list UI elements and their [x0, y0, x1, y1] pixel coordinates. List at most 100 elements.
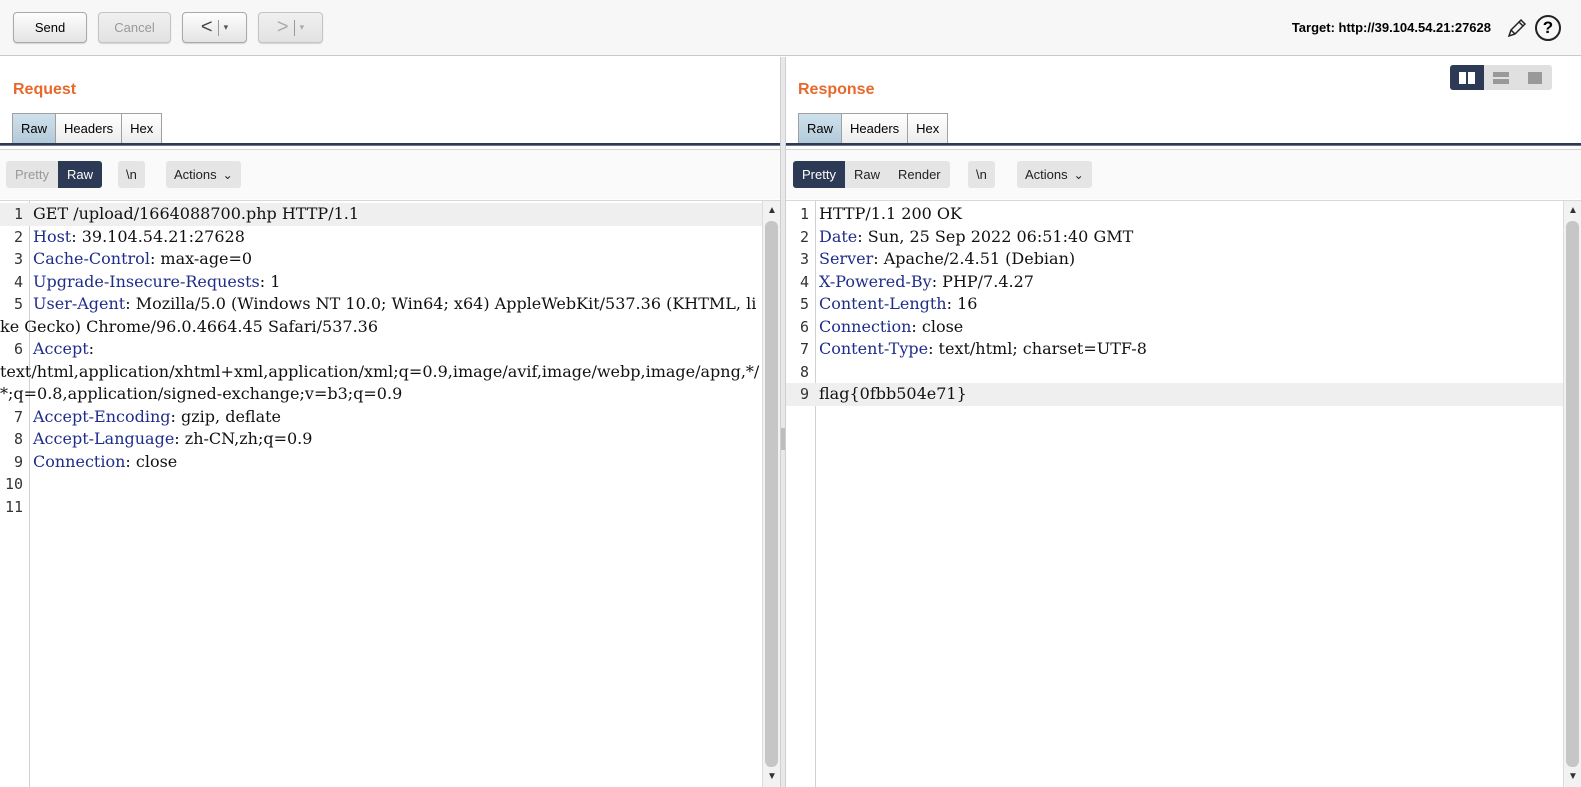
line-text: X-Powered-By: PHP/7.4.27 — [819, 272, 1034, 291]
view-raw[interactable]: Raw — [57, 161, 102, 188]
line-number: 8 — [799, 362, 809, 381]
code-line[interactable]: 9 flag{0fbb504e71} — [786, 383, 1563, 406]
line-number: 3 — [13, 250, 23, 268]
line-text: Server: Apache/2.4.51 (Debian) — [819, 249, 1075, 268]
code-line[interactable]: 8 Accept-Language: zh-CN,zh;q=0.9 — [0, 428, 762, 451]
send-button[interactable]: Send — [13, 12, 87, 43]
header-value: flag{0fbb504e71} — [819, 384, 967, 403]
tab-hex[interactable]: Hex — [907, 113, 949, 143]
tab-underline — [0, 143, 780, 146]
line-number: 6 — [13, 340, 23, 358]
code-line[interactable]: 9 Connection: close — [0, 451, 762, 474]
scroll-down-icon[interactable]: ▼ — [1567, 771, 1579, 783]
newline-toggle[interactable]: \n — [968, 161, 995, 188]
line-number: 4 — [799, 272, 809, 291]
code-line[interactable]: 5 User-Agent: Mozilla/5.0 (Windows NT 10.… — [0, 293, 762, 338]
request-view-bar: Pretty Raw \n Actions ⌄ — [0, 149, 780, 199]
response-view-bar: Pretty Raw Render \n Actions ⌄ — [786, 149, 1581, 199]
code-line[interactable]: 8 — [786, 361, 1563, 384]
scroll-up-icon[interactable]: ▲ — [1567, 205, 1579, 217]
header-name: Cache-Control — [33, 249, 150, 268]
tab-raw[interactable]: Raw — [798, 113, 843, 143]
header-name: Content-Length — [819, 294, 947, 313]
line-text: Upgrade-Insecure-Requests: 1 — [33, 272, 280, 291]
code-line[interactable]: 3 Server: Apache/2.4.51 (Debian) — [786, 248, 1563, 271]
code-line[interactable]: 7 Content-Type: text/html; charset=UTF-8 — [786, 338, 1563, 361]
code-line[interactable]: 5 Content-Length: 16 — [786, 293, 1563, 316]
code-line[interactable]: 2 Date: Sun, 25 Sep 2022 06:51:40 GMT — [786, 226, 1563, 249]
line-number: 10 — [4, 475, 23, 493]
line-text: Content-Type: text/html; charset=UTF-8 — [819, 339, 1147, 358]
code-line[interactable]: 6 Connection: close — [786, 316, 1563, 339]
scroll-up-icon[interactable]: ▲ — [766, 205, 778, 217]
code-line[interactable]: 7 Accept-Encoding: gzip, deflate — [0, 406, 762, 429]
header-name: Host — [33, 226, 72, 246]
divider-grip[interactable] — [781, 428, 785, 450]
header-name: Connection — [33, 451, 126, 471]
scroll-thumb[interactable] — [1566, 221, 1579, 767]
button-separator — [217, 19, 219, 36]
chevron-down-icon: ⌄ — [1073, 167, 1084, 182]
scroll-down-icon[interactable]: ▼ — [766, 771, 778, 783]
target-label[interactable]: Target: http://39.104.54.21:27628 — [1292, 20, 1491, 35]
pencil-icon[interactable] — [1505, 16, 1529, 40]
code-line[interactable]: 2 Host: 39.104.54.21:27628 — [0, 226, 762, 249]
header-value: GET /upload/1664088700.php HTTP/1.1 — [33, 204, 360, 223]
response-code[interactable]: 1 HTTP/1.1 200 OK 2 Date: Sun, 25 Sep 2022 … — [786, 203, 1563, 406]
header-name: Server — [819, 249, 874, 268]
line-text: Accept-Language: zh-CN,zh;q=0.9 — [33, 429, 312, 448]
forward-arrow-icon: > — [276, 16, 289, 38]
code-line[interactable]: 4 X-Powered-By: PHP/7.4.27 — [786, 271, 1563, 294]
line-text: Accept-Encoding: gzip, deflate — [33, 407, 281, 426]
help-icon[interactable]: ? — [1535, 15, 1561, 41]
tab-raw[interactable]: Raw — [12, 113, 57, 143]
line-text: HTTP/1.1 200 OK — [819, 204, 962, 223]
line-number: 5 — [13, 295, 23, 313]
back-button[interactable]: < ▾ — [182, 12, 247, 43]
line-number: 1 — [13, 205, 23, 223]
header-value: : close — [911, 316, 964, 336]
button-separator — [293, 19, 295, 36]
header-name: Accept-Language — [33, 429, 175, 448]
actions-dropdown[interactable]: Actions ⌄ — [166, 161, 241, 188]
cancel-button[interactable]: Cancel — [98, 12, 171, 43]
tab-headers[interactable]: Headers — [55, 113, 123, 143]
request-view-toggle: Pretty Raw — [6, 161, 102, 188]
code-line[interactable]: 4 Upgrade-Insecure-Requests: 1 — [0, 271, 762, 294]
response-view-toggle: Pretty Raw Render — [793, 161, 950, 188]
header-value: : gzip, deflate — [170, 406, 282, 426]
response-scrollbar[interactable]: ▲ ▼ — [1563, 201, 1581, 787]
line-number: 3 — [799, 250, 809, 268]
code-line[interactable]: 11 — [0, 496, 762, 519]
line-number: 2 — [799, 227, 809, 246]
view-pretty[interactable]: Pretty — [793, 161, 845, 188]
view-pretty[interactable]: Pretty — [6, 161, 58, 188]
scroll-thumb[interactable] — [765, 221, 778, 767]
header-value: : Apache/2.4.51 (Debian) — [873, 249, 1076, 268]
response-editor[interactable]: 1 HTTP/1.1 200 OK 2 Date: Sun, 25 Sep 2022 … — [786, 200, 1581, 787]
header-name: Accept — [33, 339, 89, 358]
code-line[interactable]: 1 HTTP/1.1 200 OK — [786, 203, 1563, 226]
request-code[interactable]: 1 GET /upload/1664088700.php HTTP/1.1 2 Hos… — [0, 203, 762, 518]
line-text: Accept: text/html,application/xhtml+xml,… — [0, 339, 759, 403]
response-panel: Response Raw Headers Hex Pretty Raw Rend… — [786, 57, 1581, 787]
view-raw[interactable]: Raw — [845, 161, 889, 188]
view-render[interactable]: Render — [889, 161, 950, 188]
code-line[interactable]: 3 Cache-Control: max-age=0 — [0, 248, 762, 271]
code-line[interactable]: 1 GET /upload/1664088700.php HTTP/1.1 — [0, 203, 762, 226]
newline-toggle[interactable]: \n — [118, 161, 145, 188]
response-title: Response — [798, 81, 875, 98]
code-line[interactable]: 10 — [0, 473, 762, 496]
forward-button[interactable]: > ▾ — [258, 12, 323, 43]
request-scrollbar[interactable]: ▲ ▼ — [762, 201, 780, 787]
header-name: Date — [819, 226, 858, 246]
actions-dropdown[interactable]: Actions ⌄ — [1017, 161, 1092, 188]
header-value: : 16 — [946, 294, 978, 313]
line-number: 8 — [13, 430, 23, 448]
header-name: Content-Type — [819, 339, 929, 358]
header-name: Upgrade-Insecure-Requests — [33, 271, 260, 291]
code-line[interactable]: 6 Accept: text/html,application/xhtml+xml… — [0, 338, 762, 406]
request-editor[interactable]: 1 GET /upload/1664088700.php HTTP/1.1 2 Hos… — [0, 200, 780, 787]
tab-hex[interactable]: Hex — [121, 113, 163, 143]
tab-headers[interactable]: Headers — [841, 113, 909, 143]
